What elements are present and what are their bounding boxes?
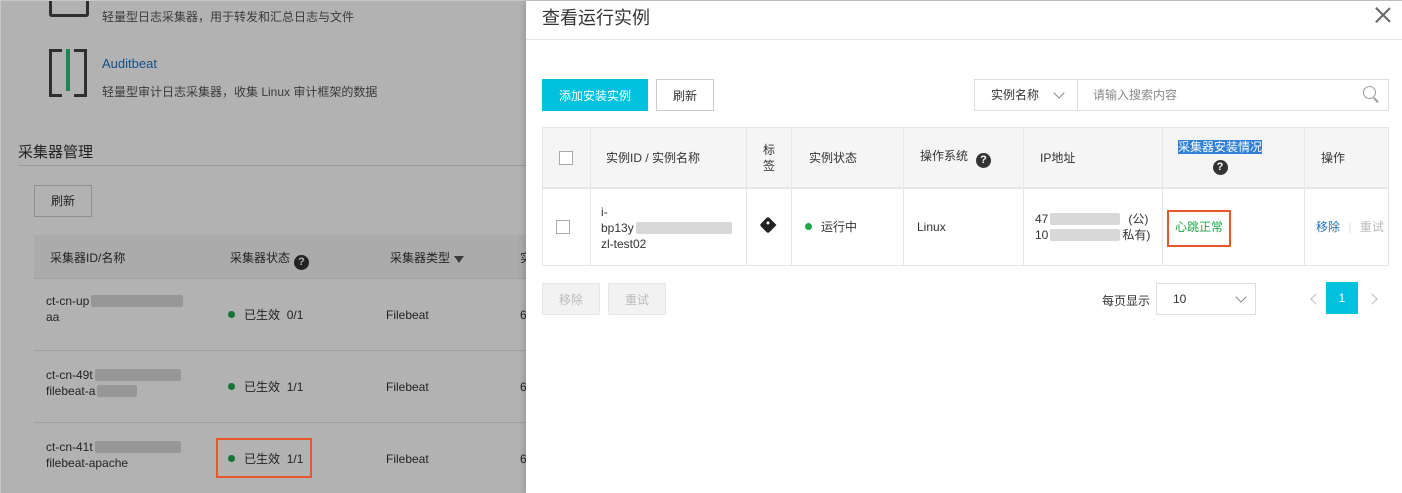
collector-id: ct-cn-41t filebeat-apache	[46, 439, 181, 471]
instance-status: 运行中	[805, 219, 857, 235]
column-header-status: 采集器状态?	[230, 249, 310, 270]
status-dot	[805, 223, 812, 230]
section-title: 采集器管理	[18, 144, 94, 161]
help-icon[interactable]: ?	[294, 255, 310, 270]
os-cell: Linux	[917, 220, 946, 234]
help-icon[interactable]: ?	[1212, 160, 1228, 175]
highlight-box	[216, 438, 312, 478]
product-name-link[interactable]: Auditbeat	[102, 56, 157, 71]
product-desc: 轻量型审计日志采集器，收集 Linux 审计框架的数据	[102, 85, 378, 99]
status-dot	[228, 311, 235, 318]
per-page-label: 每页显示	[1102, 294, 1151, 308]
column-header-id: 实例ID / 实例名称	[606, 151, 701, 165]
select-all-checkbox[interactable]	[559, 151, 573, 165]
column-header-status: 实例状态	[809, 151, 858, 165]
auditbeat-icon	[49, 49, 87, 97]
search-icon[interactable]	[1363, 86, 1379, 102]
close-icon[interactable]	[1375, 7, 1391, 23]
help-icon[interactable]: ?	[976, 153, 992, 168]
collector-id: ct-cn-up aa	[46, 293, 184, 325]
prev-page-icon[interactable]	[1310, 293, 1322, 305]
table-row: ct-cn-49t filebeat-a 已生效 1/1 Filebeat 6	[34, 351, 526, 423]
bulk-remove-button[interactable]: 移除	[542, 283, 600, 315]
ip-cell: 47 (公) 10 私有)	[1035, 212, 1151, 242]
status-cell: 已生效 0/1	[228, 307, 303, 323]
row-actions: 移除 | 重试	[1316, 220, 1384, 234]
column-header-ip: IP地址	[1040, 151, 1076, 165]
table-row: ct-cn-up aa 已生效 0/1 Filebeat 6	[34, 279, 526, 351]
collector-id: ct-cn-49t filebeat-a	[46, 367, 181, 399]
highlight-box	[1167, 210, 1231, 247]
remove-link[interactable]: 移除	[1316, 220, 1340, 234]
type-cell: Filebeat	[386, 308, 429, 322]
table-header: 采集器ID/名称 采集器状态? 采集器类型 实	[34, 235, 526, 279]
chevron-down-icon	[1235, 291, 1247, 303]
column-header-type: 采集器类型	[390, 249, 465, 266]
search-field-select[interactable]: 实例名称	[975, 80, 1078, 110]
divider	[18, 165, 526, 166]
instances-table: 实例ID / 实例名称 标签 实例状态 操作系统? IP地址 采集器安装情况? …	[542, 127, 1389, 266]
chevron-down-icon	[1053, 87, 1065, 99]
tag-icon[interactable]	[759, 216, 777, 234]
column-header-tag: 标签	[763, 143, 776, 173]
column-header-action: 操作	[1321, 151, 1346, 165]
background-page: 轻量型日志采集器，用于转发和汇总日志与文件 Auditbeat 轻量型审计日志采…	[1, 1, 526, 493]
instances-drawer: 查看运行实例 添加安装实例 刷新 实例名称 实例ID / 实例名称 标签 实例状…	[526, 1, 1402, 493]
refresh-button[interactable]: 刷新	[34, 185, 92, 217]
bulk-retry-button[interactable]: 重试	[608, 283, 666, 315]
row-checkbox[interactable]	[556, 220, 570, 234]
column-header-install: 采集器安装情况?	[1178, 140, 1263, 175]
status-cell: 已生效 1/1	[228, 379, 303, 395]
retry-link[interactable]: 重试	[1360, 220, 1384, 234]
search-input[interactable]	[1079, 80, 1357, 110]
type-cell: Filebeat	[386, 380, 429, 394]
drawer-title: 查看运行实例	[542, 8, 650, 28]
next-page-icon[interactable]	[1366, 293, 1378, 305]
product-desc: 轻量型日志采集器，用于转发和汇总日志与文件	[102, 10, 355, 24]
refresh-button[interactable]: 刷新	[656, 79, 714, 111]
type-cell: Filebeat	[386, 452, 429, 466]
per-page-select[interactable]: 10	[1156, 283, 1256, 315]
status-dot	[228, 383, 235, 390]
search-bar: 实例名称	[974, 79, 1389, 111]
page-1-button[interactable]: 1	[1326, 282, 1358, 314]
filter-icon[interactable]	[454, 256, 465, 263]
instance-id: i- bp13y zl-test02	[601, 204, 732, 252]
column-header: 采集器ID/名称	[50, 251, 126, 265]
divider	[526, 39, 1402, 40]
add-instance-button[interactable]: 添加安装实例	[542, 79, 648, 111]
column-header-os: 操作系统?	[920, 148, 992, 168]
filebeat-icon	[49, 1, 89, 17]
